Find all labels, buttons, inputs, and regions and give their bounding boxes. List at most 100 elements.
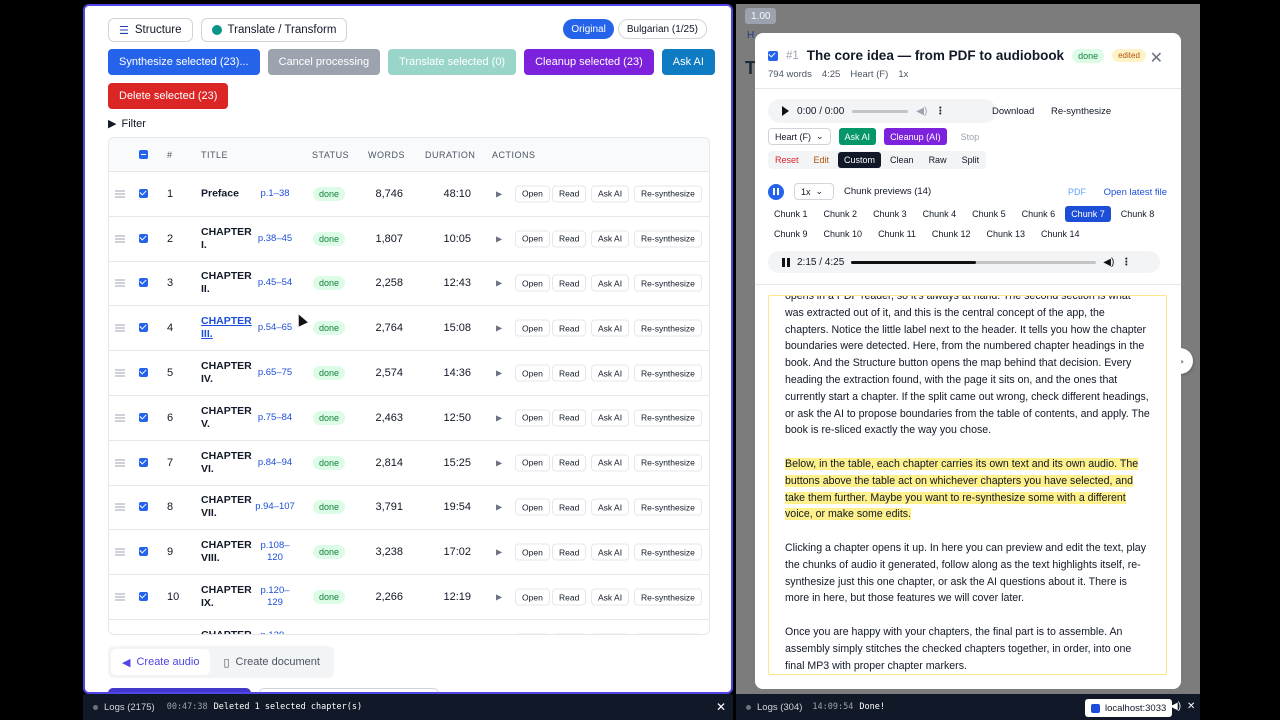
filter-toggle[interactable]: ▶ Filter (108, 117, 146, 131)
select-all-checkbox[interactable] (139, 150, 148, 159)
chapter-title-link[interactable]: CHAPTER VI. (201, 450, 253, 476)
chunk-button[interactable]: Chunk 7 (1065, 206, 1111, 222)
drag-handle-icon[interactable] (115, 190, 125, 198)
play-icon[interactable]: ▶ (496, 548, 502, 557)
drag-handle-icon[interactable] (115, 324, 125, 332)
chunk-button[interactable]: Chunk 8 (1115, 206, 1161, 222)
chapter-title-link[interactable]: CHAPTER X. (201, 629, 253, 634)
tab-clean[interactable]: Clean (884, 152, 920, 168)
close-icon[interactable]: ✕ (716, 700, 726, 714)
chunk-button[interactable]: Chunk 11 (872, 226, 922, 242)
table-row[interactable]: 3 CHAPTER II. p.45–54 done 2,258 12:43 ▶ Open Re… (109, 262, 709, 307)
voice-select[interactable]: Heart (F) ⌄ (768, 128, 831, 145)
ask-ai-row-button[interactable]: Ask AI (591, 633, 630, 634)
open-button[interactable]: Open (515, 409, 550, 427)
read-button[interactable]: Read (552, 454, 587, 472)
resynthesize-row-button[interactable]: Re-synthesize (634, 633, 702, 634)
tab-split[interactable]: Split (956, 152, 986, 168)
read-button[interactable]: Read (552, 319, 587, 337)
resynthesize-row-button[interactable]: Re-synthesize (634, 274, 702, 292)
row-checkbox[interactable] (139, 278, 148, 288)
reset-button[interactable]: Reset (769, 152, 805, 168)
logs-bar-left[interactable]: Logs (2175) 00:47:38 Deleted 1 selected … (83, 694, 733, 720)
page-range-link[interactable]: p.54–65 (254, 322, 296, 334)
tab-custom[interactable]: Custom (838, 152, 882, 168)
read-button[interactable]: Read (552, 543, 587, 561)
delete-selected-button[interactable]: Delete selected (23) (108, 83, 229, 109)
drag-handle-icon[interactable] (115, 414, 125, 422)
drag-handle-icon[interactable] (115, 459, 125, 467)
play-icon[interactable]: ▶ (496, 593, 502, 602)
drag-handle-icon[interactable] (115, 369, 125, 377)
browser-tab-localhost[interactable]: localhost:3033 (1085, 699, 1173, 717)
structure-button[interactable]: ☰ Structure (108, 18, 193, 42)
play-icon[interactable]: ▶ (496, 503, 502, 512)
chunk-button[interactable]: Chunk 14 (1035, 226, 1086, 242)
ask-ai-row-button[interactable]: Ask AI (591, 543, 630, 561)
ask-ai-row-button[interactable]: Ask AI (591, 230, 630, 248)
page-range-link[interactable]: p.129–138 (254, 630, 296, 634)
translate-selected-button[interactable]: Translate selected (0) (388, 49, 517, 75)
chapter-checkbox[interactable] (768, 50, 778, 61)
tab-raw[interactable]: Raw (923, 152, 953, 168)
read-button[interactable]: Read (552, 185, 587, 203)
open-button[interactable]: Open (515, 498, 550, 516)
page-range-link[interactable]: p.108–120 (254, 540, 296, 564)
row-checkbox[interactable] (139, 368, 148, 378)
open-button[interactable]: Open (515, 319, 550, 337)
drag-handle-icon[interactable] (115, 235, 125, 243)
table-row[interactable]: 8 CHAPTER VII. p.94–107 done 3,791 19:54 ▶ Open… (109, 486, 709, 531)
open-button[interactable]: Open (515, 364, 550, 382)
table-row[interactable]: 5 CHAPTER IV. p.65–75 done 2,574 14:36 ▶ Open Re… (109, 351, 709, 396)
pause-icon[interactable] (768, 183, 784, 200)
chapter-title-link[interactable]: CHAPTER I. (201, 226, 253, 252)
table-row[interactable]: 6 CHAPTER V. p.75–84 done 2,463 12:50 ▶ Open Rea… (109, 396, 709, 441)
chapter-title-link[interactable]: CHAPTER II. (201, 270, 253, 296)
ask-ai-row-button[interactable]: Ask AI (591, 454, 630, 472)
read-button[interactable]: Read (552, 364, 587, 382)
cleanup-ai-button[interactable]: Cleanup (AI) (884, 128, 947, 145)
drag-handle-icon[interactable] (115, 279, 125, 287)
synthesize-selected-button[interactable]: Synthesize selected (23)... (108, 49, 260, 75)
ask-ai-row-button[interactable]: Ask AI (591, 274, 630, 292)
read-button[interactable]: Read (552, 274, 587, 292)
chunk-speed-select[interactable]: 1x ⌄ (794, 183, 834, 200)
translate-transform-button[interactable]: Translate / Transform (200, 18, 348, 42)
ask-ai-row-button[interactable]: Ask AI (591, 319, 630, 337)
drag-handle-icon[interactable] (115, 503, 125, 511)
play-icon[interactable]: ▶ (496, 279, 502, 288)
bulgarian-toggle[interactable]: Bulgarian (1/25) (617, 19, 707, 39)
pause-icon[interactable] (782, 257, 790, 267)
page-range-link[interactable]: p.75–84 (254, 412, 296, 424)
chunk-button[interactable]: Chunk 13 (980, 226, 1031, 242)
row-checkbox[interactable] (139, 457, 148, 467)
stop-button[interactable]: Stop (955, 128, 986, 145)
read-button[interactable]: Read (552, 498, 587, 516)
cleanup-selected-button[interactable]: Cleanup selected (23) (524, 49, 654, 75)
cancel-processing-button[interactable]: Cancel processing (267, 49, 381, 75)
create-audio-tab[interactable]: ◀ Create audio (111, 649, 211, 675)
chapter-title-link[interactable]: CHAPTER V. (201, 405, 253, 431)
play-icon[interactable]: ▶ (496, 234, 502, 243)
resynthesize-row-button[interactable]: Re-synthesize (634, 319, 702, 337)
ask-ai-row-button[interactable]: Ask AI (591, 185, 630, 203)
resynthesize-row-button[interactable]: Re-synthesize (634, 185, 702, 203)
page-range-link[interactable]: p.94–107 (254, 501, 296, 513)
ask-ai-chapter-button[interactable]: Ask AI (838, 128, 877, 145)
table-row[interactable]: 10 CHAPTER IX. p.120–129 done 2,266 12:19 ▶ Ope… (109, 575, 709, 620)
chunk-button[interactable]: Chunk 1 (768, 206, 814, 222)
chapter-title-link[interactable]: CHAPTER III. (201, 315, 253, 341)
chapter-text-editor[interactable]: opens in a PDF reader, so it's always at… (768, 295, 1167, 675)
resynthesize-row-button[interactable]: Re-synthesize (634, 454, 702, 472)
resynthesize-row-button[interactable]: Re-synthesize (634, 409, 702, 427)
ask-ai-row-button[interactable]: Ask AI (591, 588, 630, 606)
play-icon[interactable]: ▶ (496, 189, 502, 198)
drag-handle-icon[interactable] (115, 548, 125, 556)
row-checkbox[interactable] (139, 547, 148, 557)
original-toggle[interactable]: Original (563, 19, 614, 39)
chapter-title-link[interactable]: CHAPTER VIII. (201, 539, 253, 565)
chapter-title-link[interactable]: CHAPTER IX. (201, 584, 253, 610)
row-checkbox[interactable] (139, 592, 148, 602)
row-checkbox[interactable] (139, 233, 148, 243)
open-latest-file-link[interactable]: Open latest file (1104, 187, 1167, 198)
